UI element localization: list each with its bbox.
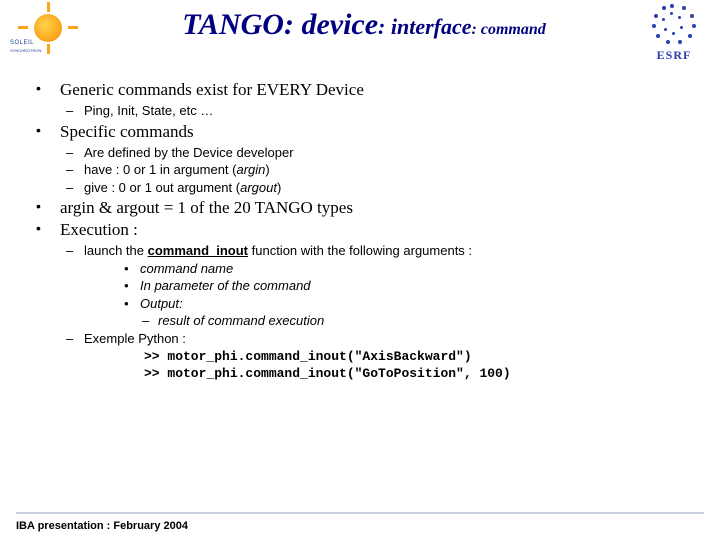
title-seg1: TANGO: xyxy=(182,8,301,41)
title-seg4: : command xyxy=(472,21,546,38)
bullet-4-text: Execution : xyxy=(60,220,138,239)
footer-rule xyxy=(16,512,704,514)
bullet-4-l3-1: command name xyxy=(122,260,686,278)
synchrotron-text: SYNCHROTRON xyxy=(10,48,41,53)
title-seg3: : interface xyxy=(378,14,471,39)
bullet-2-text: Specific commands xyxy=(60,122,194,141)
bullet-4-l4-1: result of command execution xyxy=(140,312,686,330)
bullet-1-sub1: Ping, Init, State, etc … xyxy=(60,102,686,120)
bullet-2-sub3: give : 0 or 1 out argument (argout) xyxy=(60,179,686,197)
soleil-text: SOLEIL xyxy=(10,40,34,46)
bullet-3: argin & argout = 1 of the 20 TANGO types xyxy=(34,198,686,218)
esrf-ring-icon xyxy=(648,4,698,46)
bullet-4-sub2: Exemple Python : >> motor_phi.command_in… xyxy=(60,330,686,383)
bullet-4-l3-2: In parameter of the command xyxy=(122,277,686,295)
slide-footer: IBA presentation : February 2004 xyxy=(0,512,720,532)
bullet-1: Generic commands exist for EVERY Device … xyxy=(34,80,686,120)
bullet-2-sub1: Are defined by the Device developer xyxy=(60,144,686,162)
esrf-logo: ESRF xyxy=(638,4,710,66)
bullet-2-sub2: have : 0 or 1 in argument (argin) xyxy=(60,161,686,179)
slide-title: TANGO: device: interface: command xyxy=(90,4,638,42)
bullet-4-sub1: launch the command_inout function with t… xyxy=(60,242,686,330)
slide-header: SOLEIL SYNCHROTRON TANGO: device: interf… xyxy=(0,0,720,72)
slide-body: Generic commands exist for EVERY Device … xyxy=(0,72,720,383)
bullet-3-text: argin & argout = 1 of the 20 TANGO types xyxy=(60,198,353,217)
bullet-2: Specific commands Are defined by the Dev… xyxy=(34,122,686,197)
sun-icon xyxy=(34,14,62,42)
bullet-4: Execution : launch the command_inout fun… xyxy=(34,220,686,383)
esrf-text: ESRF xyxy=(638,48,710,63)
code-line-1: >> motor_phi.command_inout("AxisBackward… xyxy=(144,348,686,366)
soleil-logo: SOLEIL SYNCHROTRON xyxy=(10,4,90,54)
bullet-1-text: Generic commands exist for EVERY Device xyxy=(60,80,364,99)
bullet-4-l3-3: Output: xyxy=(122,295,686,313)
code-line-2: >> motor_phi.command_inout("GoToPosition… xyxy=(144,365,686,383)
title-seg2: device xyxy=(301,8,378,41)
footer-text: IBA presentation : February 2004 xyxy=(16,520,704,532)
